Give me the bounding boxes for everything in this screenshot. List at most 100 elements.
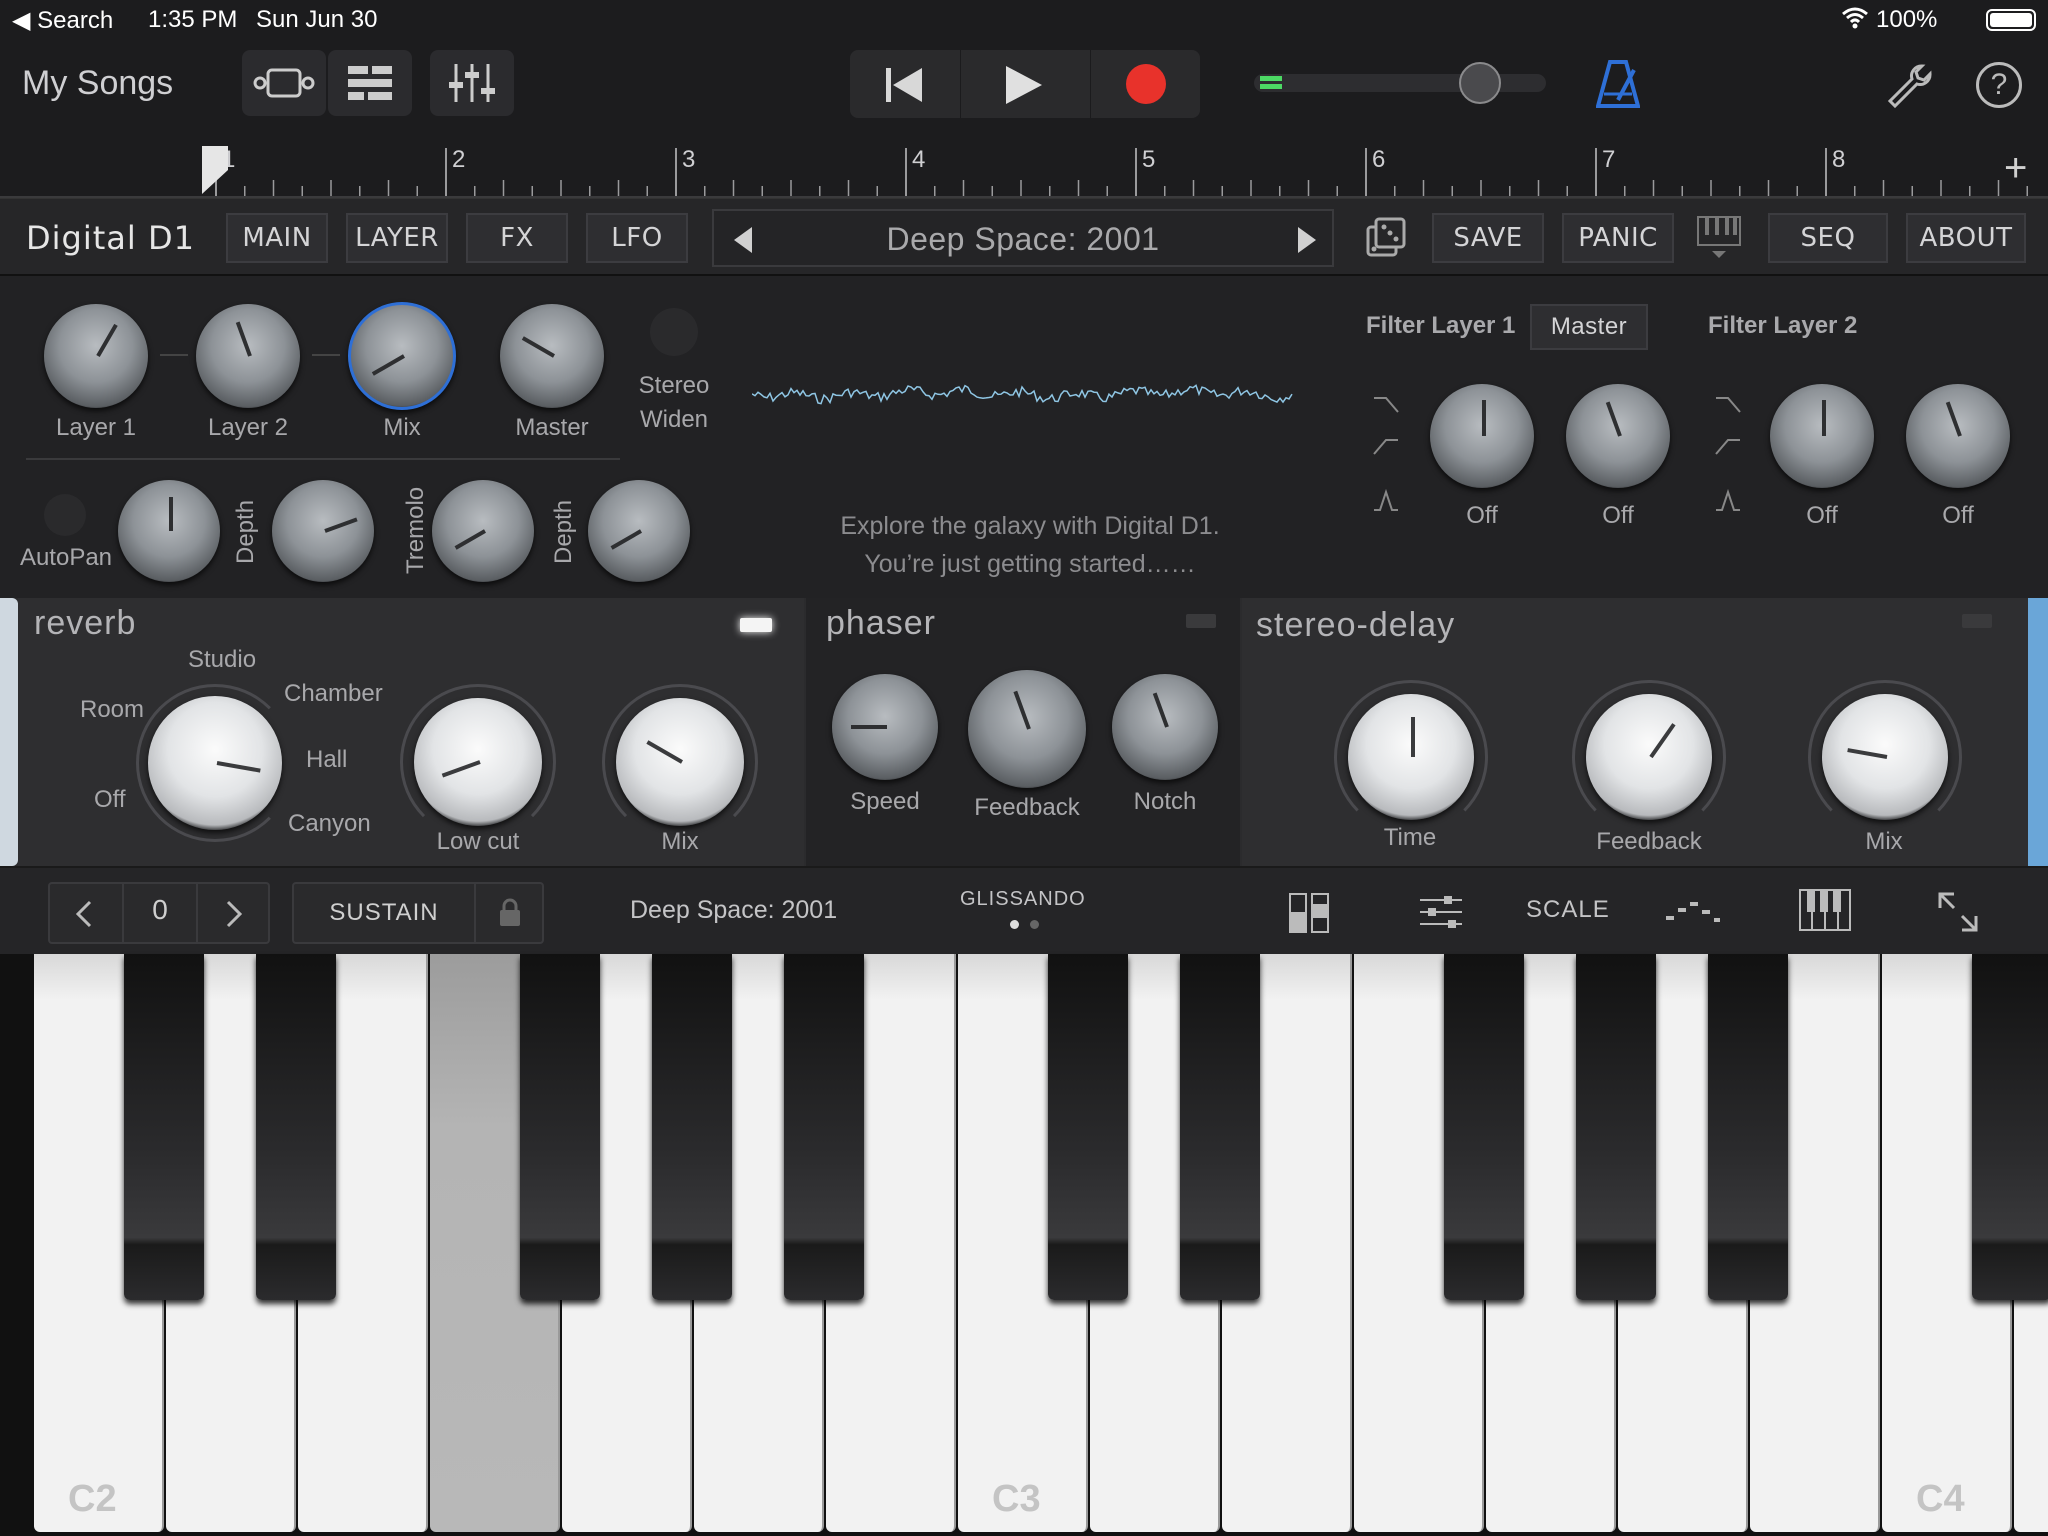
filter1-type-icons[interactable]: [1372, 392, 1400, 522]
keyboard-size-button[interactable]: [1798, 888, 1852, 937]
phaser-feedback-knob[interactable]: [968, 670, 1086, 788]
panic-button[interactable]: PANIC: [1562, 213, 1674, 263]
reverb-power-led[interactable]: [740, 618, 772, 632]
about-button[interactable]: ABOUT: [1906, 213, 2026, 263]
volume-slider-handle[interactable]: [1459, 62, 1501, 104]
stereo-widen-toggle[interactable]: [650, 308, 698, 356]
phaser-title: phaser: [826, 604, 936, 642]
delay-feedback-label: Feedback: [1596, 828, 1702, 855]
instrument-view-button[interactable]: [242, 50, 326, 116]
randomize-button[interactable]: [1364, 217, 1406, 264]
black-key-c#3[interactable]: [1048, 954, 1128, 1300]
tab-lfo[interactable]: LFO: [586, 213, 688, 263]
autopan-rate-knob[interactable]: [118, 480, 220, 582]
settings-button[interactable]: [1886, 62, 1934, 115]
sustain-button[interactable]: SUSTAIN: [294, 884, 474, 942]
black-key-c#2[interactable]: [124, 954, 204, 1300]
add-section-button[interactable]: +: [2004, 146, 2027, 191]
piano-keyboard-icon: [1799, 889, 1851, 931]
delay-power-led[interactable]: [1962, 614, 1992, 628]
octave-up-button[interactable]: [198, 884, 270, 942]
save-button[interactable]: SAVE: [1432, 213, 1544, 263]
black-key-d#2[interactable]: [256, 954, 336, 1300]
tab-fx[interactable]: FX: [466, 213, 568, 263]
keyboard-toggle-button[interactable]: [1696, 215, 1742, 264]
layer2-knob[interactable]: [196, 304, 300, 408]
tab-layer[interactable]: LAYER: [346, 213, 448, 263]
mix-knob[interactable]: [348, 302, 456, 410]
black-key-f#2[interactable]: [520, 954, 600, 1300]
filter2-type-icons[interactable]: [1714, 392, 1742, 522]
filter2-cutoff-knob[interactable]: [1770, 384, 1874, 488]
metronome-icon: [1595, 60, 1641, 108]
black-key-d#3[interactable]: [1180, 954, 1260, 1300]
filter2-resonance-knob[interactable]: [1906, 384, 2010, 488]
go-to-start-icon: [886, 68, 922, 102]
tracks-view-button[interactable]: [328, 50, 412, 116]
filter-master-button[interactable]: Master: [1530, 304, 1648, 350]
status-date: Sun Jun 30: [256, 6, 378, 33]
black-key-f#3[interactable]: [1444, 954, 1524, 1300]
black-key-c#4[interactable]: [1972, 954, 2048, 1300]
black-key-g#2[interactable]: [652, 954, 732, 1300]
filter1-resonance-knob[interactable]: [1566, 384, 1670, 488]
play-button[interactable]: [962, 50, 1086, 118]
delay-time-knob[interactable]: [1348, 694, 1474, 820]
master-volume-slider[interactable]: [1254, 62, 1546, 104]
tremolo-rate-knob[interactable]: [432, 480, 534, 582]
delay-feedback-knob[interactable]: [1586, 694, 1712, 820]
scale-button[interactable]: SCALE: [1526, 896, 1610, 924]
octave-control: 0: [48, 882, 270, 944]
phaser-panel: phaser Speed Feedback Notch: [806, 598, 1240, 866]
keyboard-layout-button[interactable]: [1288, 892, 1330, 939]
playhead[interactable]: [200, 144, 230, 194]
phaser-speed-knob[interactable]: [832, 674, 938, 780]
black-key-a#2[interactable]: [784, 954, 864, 1300]
page-dot-active[interactable]: [1010, 920, 1019, 929]
reverb-mix-knob[interactable]: [616, 698, 744, 826]
back-to-search[interactable]: ◀ Search: [12, 6, 113, 35]
black-key-a#3[interactable]: [1708, 954, 1788, 1300]
record-button[interactable]: [1092, 50, 1200, 118]
preset-name[interactable]: Deep Space: 2001: [714, 221, 1332, 258]
tab-main[interactable]: MAIN: [226, 213, 328, 263]
seq-button[interactable]: SEQ: [1768, 213, 1888, 263]
autopan-depth-knob[interactable]: [272, 480, 374, 582]
ruler-bar-2: 2: [452, 146, 466, 173]
phaser-notch-knob[interactable]: [1112, 674, 1218, 780]
page-dot[interactable]: [1030, 920, 1039, 929]
reverb-off-label: Off: [94, 786, 126, 813]
fullscreen-button[interactable]: [1936, 890, 1980, 939]
octave-value: 0: [152, 894, 168, 925]
note-labels-button[interactable]: [1664, 898, 1722, 931]
octave-down-button[interactable]: [50, 884, 122, 942]
phaser-power-led[interactable]: [1186, 614, 1216, 628]
master-knob[interactable]: [500, 304, 604, 408]
status-time: 1:35 PM: [148, 6, 238, 33]
chord-strip-icon: [1666, 902, 1720, 922]
reverb-studio-label: Studio: [188, 646, 257, 673]
timeline-ruler[interactable]: 12345678 +: [0, 140, 2048, 198]
next-preset-icon[interactable]: [1296, 225, 1318, 255]
filter2-cutoff-value: Off: [1806, 502, 1838, 529]
metronome-button[interactable]: [1595, 60, 1641, 113]
reverb-type-knob[interactable]: [148, 696, 282, 830]
my-songs-button[interactable]: My Songs: [22, 64, 173, 103]
autopan-toggle[interactable]: [44, 494, 86, 536]
help-button[interactable]: ?: [1976, 62, 2022, 108]
reverb-hall-label: Hall: [306, 746, 348, 773]
delay-mix-knob[interactable]: [1822, 694, 1948, 820]
black-key-g#3[interactable]: [1576, 954, 1656, 1300]
fx-strip-scroll-indicator[interactable]: [2028, 598, 2048, 866]
tremolo-depth-knob[interactable]: [588, 480, 690, 582]
ruler-ticks: [0, 148, 2048, 198]
filter2-resonance-value: Off: [1942, 502, 1974, 529]
mixer-button[interactable]: [430, 50, 514, 116]
sustain-lock-button[interactable]: [476, 884, 542, 942]
rewind-button[interactable]: [850, 50, 956, 118]
layer1-knob[interactable]: [44, 304, 148, 408]
reverb-lowcut-knob[interactable]: [414, 698, 542, 826]
arpeggiator-button[interactable]: [1418, 892, 1464, 939]
glissando-mode[interactable]: GLISSANDO: [960, 888, 1086, 911]
filter1-cutoff-knob[interactable]: [1430, 384, 1534, 488]
